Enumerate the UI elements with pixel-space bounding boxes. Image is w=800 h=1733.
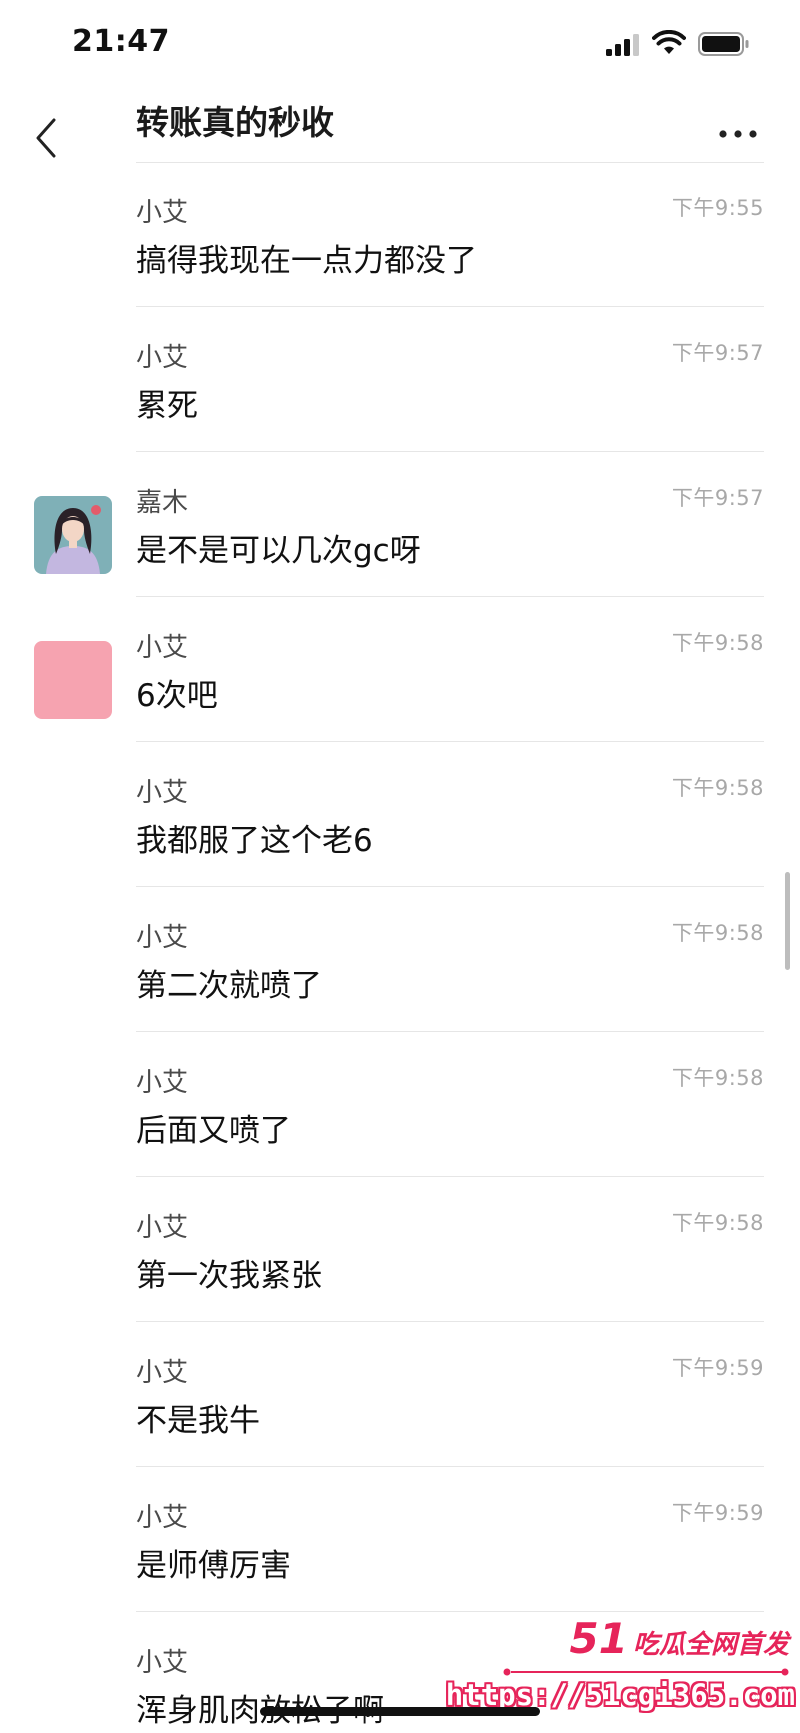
message-item[interactable]: 小艾 下午9:58 我都服了这个老6 [0,742,800,887]
more-dots-icon [719,130,757,138]
message-time: 下午9:58 [671,776,764,800]
wifi-icon [652,30,686,54]
watermark-line-icon [503,1668,789,1676]
message-sender: 小艾 [136,343,189,373]
watermark-brand: 51 吃瓜全网首发 [569,1614,789,1663]
message-item[interactable]: 小艾 下午9:59 是师傅厉害 [0,1467,800,1612]
message-time: 下午9:58 [671,1066,764,1090]
message-sender: 小艾 [136,778,189,808]
message-text: 第二次就喷了 [136,968,322,1004]
message-text: 我都服了这个老6 [136,823,373,859]
message-sender: 小艾 [136,1068,189,1098]
message-sender: 嘉木 [136,488,189,518]
message-list: 小艾 下午9:55 搞得我现在一点力都没了 小艾 下午9:57 累死 嘉木 下午… [0,162,800,1733]
message-text: 后面又喷了 [136,1113,291,1149]
watermark: 51 吃瓜全网首发 https://51cgi365.com [446,1614,795,1724]
status-time: 21:47 [72,24,170,59]
message-sender: 小艾 [136,633,189,663]
message-sender: 小艾 [136,923,189,953]
message-text: 6次吧 [136,678,218,714]
message-sender: 小艾 [136,1648,189,1678]
message-time: 下午9:55 [671,196,764,220]
nav-bar: 转账真的秒收 [0,90,800,163]
battery-icon [698,32,749,56]
message-text: 搞得我现在一点力都没了 [136,243,477,279]
message-time: 下午9:58 [671,1211,764,1235]
message-time: 下午9:57 [671,486,764,510]
message-item[interactable]: 小艾 下午9:58 后面又喷了 [0,1032,800,1177]
message-time: 下午9:59 [671,1356,764,1380]
status-bar: 21:47 [0,0,800,90]
message-item[interactable]: 小艾 下午9:59 不是我牛 [0,1322,800,1467]
message-sender: 小艾 [136,1358,189,1388]
message-text: 是不是可以几次gc呀 [136,533,421,569]
home-indicator[interactable] [260,1707,540,1716]
message-sender: 小艾 [136,1503,189,1533]
message-text: 第一次我紧张 [136,1258,322,1294]
more-button[interactable] [716,124,762,144]
girl-portrait-avatar-icon [34,496,112,574]
message-sender: 小艾 [136,1213,189,1243]
message-item[interactable]: 小艾 下午9:58 6次吧 [0,597,800,742]
message-time: 下午9:57 [671,341,764,365]
back-chevron-icon [36,118,56,158]
message-text: 累死 [136,388,198,424]
message-time: 下午9:59 [671,1501,764,1525]
avatar[interactable] [34,641,112,719]
back-button[interactable] [28,114,68,162]
message-item[interactable]: 小艾 下午9:55 搞得我现在一点力都没了 [0,162,800,307]
message-item[interactable]: 小艾 下午9:58 第一次我紧张 [0,1177,800,1322]
message-item[interactable]: 小艾 下午9:58 第二次就喷了 [0,887,800,1032]
scrollbar[interactable] [785,872,790,970]
message-time: 下午9:58 [671,921,764,945]
message-text: 是师傅厉害 [136,1548,291,1584]
signal-icon [606,34,639,56]
message-sender: 小艾 [136,198,189,228]
message-item[interactable]: 小艾 下午9:57 累死 [0,307,800,452]
watermark-slogan: 吃瓜全网首发 [632,1630,789,1660]
message-time: 下午9:58 [671,631,764,655]
message-item[interactable]: 嘉木 下午9:57 是不是可以几次gc呀 [0,452,800,597]
message-text: 不是我牛 [136,1403,260,1439]
avatar[interactable] [34,496,112,574]
page-title: 转账真的秒收 [136,103,334,142]
watermark-number: 51 [569,1614,628,1663]
